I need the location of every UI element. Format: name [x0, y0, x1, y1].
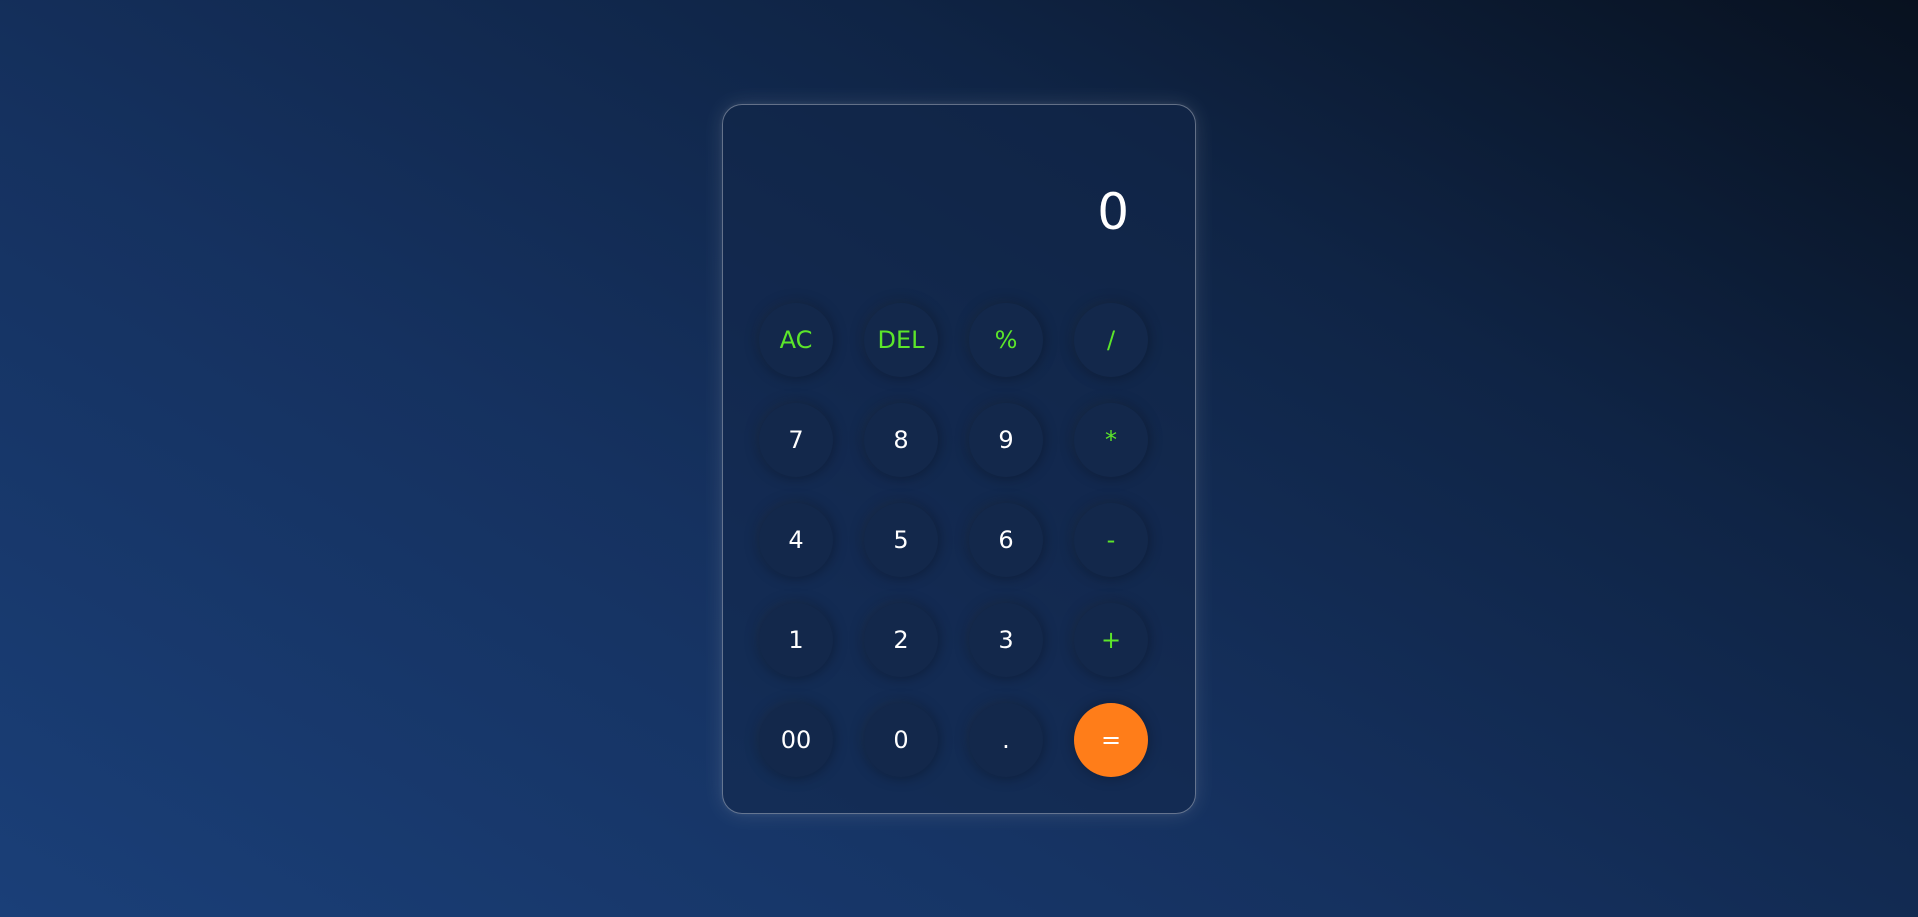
digit-7-button[interactable]: 7: [759, 403, 833, 477]
digit-2-button[interactable]: 2: [864, 603, 938, 677]
double-zero-button[interactable]: 00: [759, 703, 833, 777]
digit-3-button[interactable]: 3: [969, 603, 1043, 677]
digit-8-button[interactable]: 8: [864, 403, 938, 477]
keypad: AC DEL % / 7 8 9 * 4 5 6 - 1 2 3 + 00 0 …: [759, 303, 1159, 783]
ac-button[interactable]: AC: [759, 303, 833, 377]
multiply-button[interactable]: *: [1074, 403, 1148, 477]
divide-button[interactable]: /: [1074, 303, 1148, 377]
decimal-point-button[interactable]: .: [969, 703, 1043, 777]
digit-4-button[interactable]: 4: [759, 503, 833, 577]
calculator-display: 0: [1097, 183, 1129, 241]
plus-button[interactable]: +: [1074, 603, 1148, 677]
digit-9-button[interactable]: 9: [969, 403, 1043, 477]
percent-button[interactable]: %: [969, 303, 1043, 377]
minus-button[interactable]: -: [1074, 503, 1148, 577]
delete-button[interactable]: DEL: [864, 303, 938, 377]
calculator: 0 AC DEL % / 7 8 9 * 4 5 6 - 1 2 3 + 00 …: [722, 104, 1196, 814]
digit-6-button[interactable]: 6: [969, 503, 1043, 577]
equals-button[interactable]: =: [1074, 703, 1148, 777]
digit-5-button[interactable]: 5: [864, 503, 938, 577]
digit-1-button[interactable]: 1: [759, 603, 833, 677]
digit-0-button[interactable]: 0: [864, 703, 938, 777]
